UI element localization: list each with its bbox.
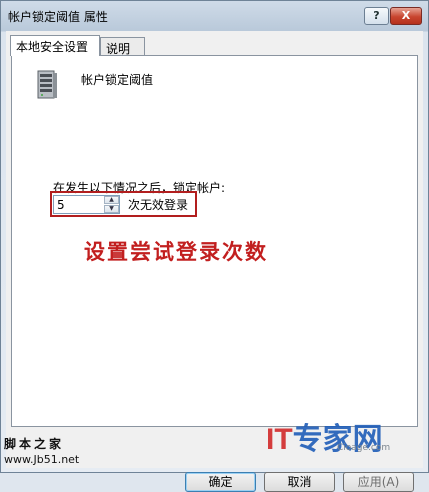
tab-local-security-setting[interactable]: 本地安全设置 [10,35,100,56]
site-watermark-url: www.Jb51.net [4,453,80,466]
window-title: 帐户锁定阈值 属性 [8,10,108,24]
tab-explain[interactable]: 说明 [100,37,145,56]
unit-label: 次无效登录 [128,198,189,212]
spin-up-button[interactable]: ▲ [104,196,119,204]
apply-button[interactable]: 应用(A) [343,472,414,492]
spin-buttons: ▲ ▼ [104,196,119,213]
dialog-body: 本地安全设置 说明 帐户锁定阈值 在发生以下情况之后，锁定帐户: ▲ ▼ 次无效… [6,31,423,492]
ok-button[interactable]: 确定 [185,472,256,492]
it-watermark-red: IT [266,423,293,456]
cancel-button[interactable]: 取消 [264,472,335,492]
tab-panel: 帐户锁定阈值 在发生以下情况之后，锁定帐户: ▲ ▼ 次无效登录 设置尝试登录次… [11,55,418,427]
title-bar[interactable]: 帐户锁定阈值 属性 ? X [1,1,428,31]
spin-down-button[interactable]: ▼ [104,205,119,213]
site-watermark-name: 脚本之家 [4,437,65,451]
close-button[interactable]: X [390,7,422,25]
it-watermark-sub: Cioage.com [337,443,391,453]
annotation-text: 设置尝试登录次数 [84,239,268,264]
policy-title: 帐户锁定阈值 [81,73,154,87]
help-button[interactable]: ? [364,7,389,25]
server-icon [37,70,57,99]
properties-dialog: 帐户锁定阈值 属性 ? X 本地安全设置 说明 帐户锁定阈值 在发生以下情况之后… [0,0,429,492]
